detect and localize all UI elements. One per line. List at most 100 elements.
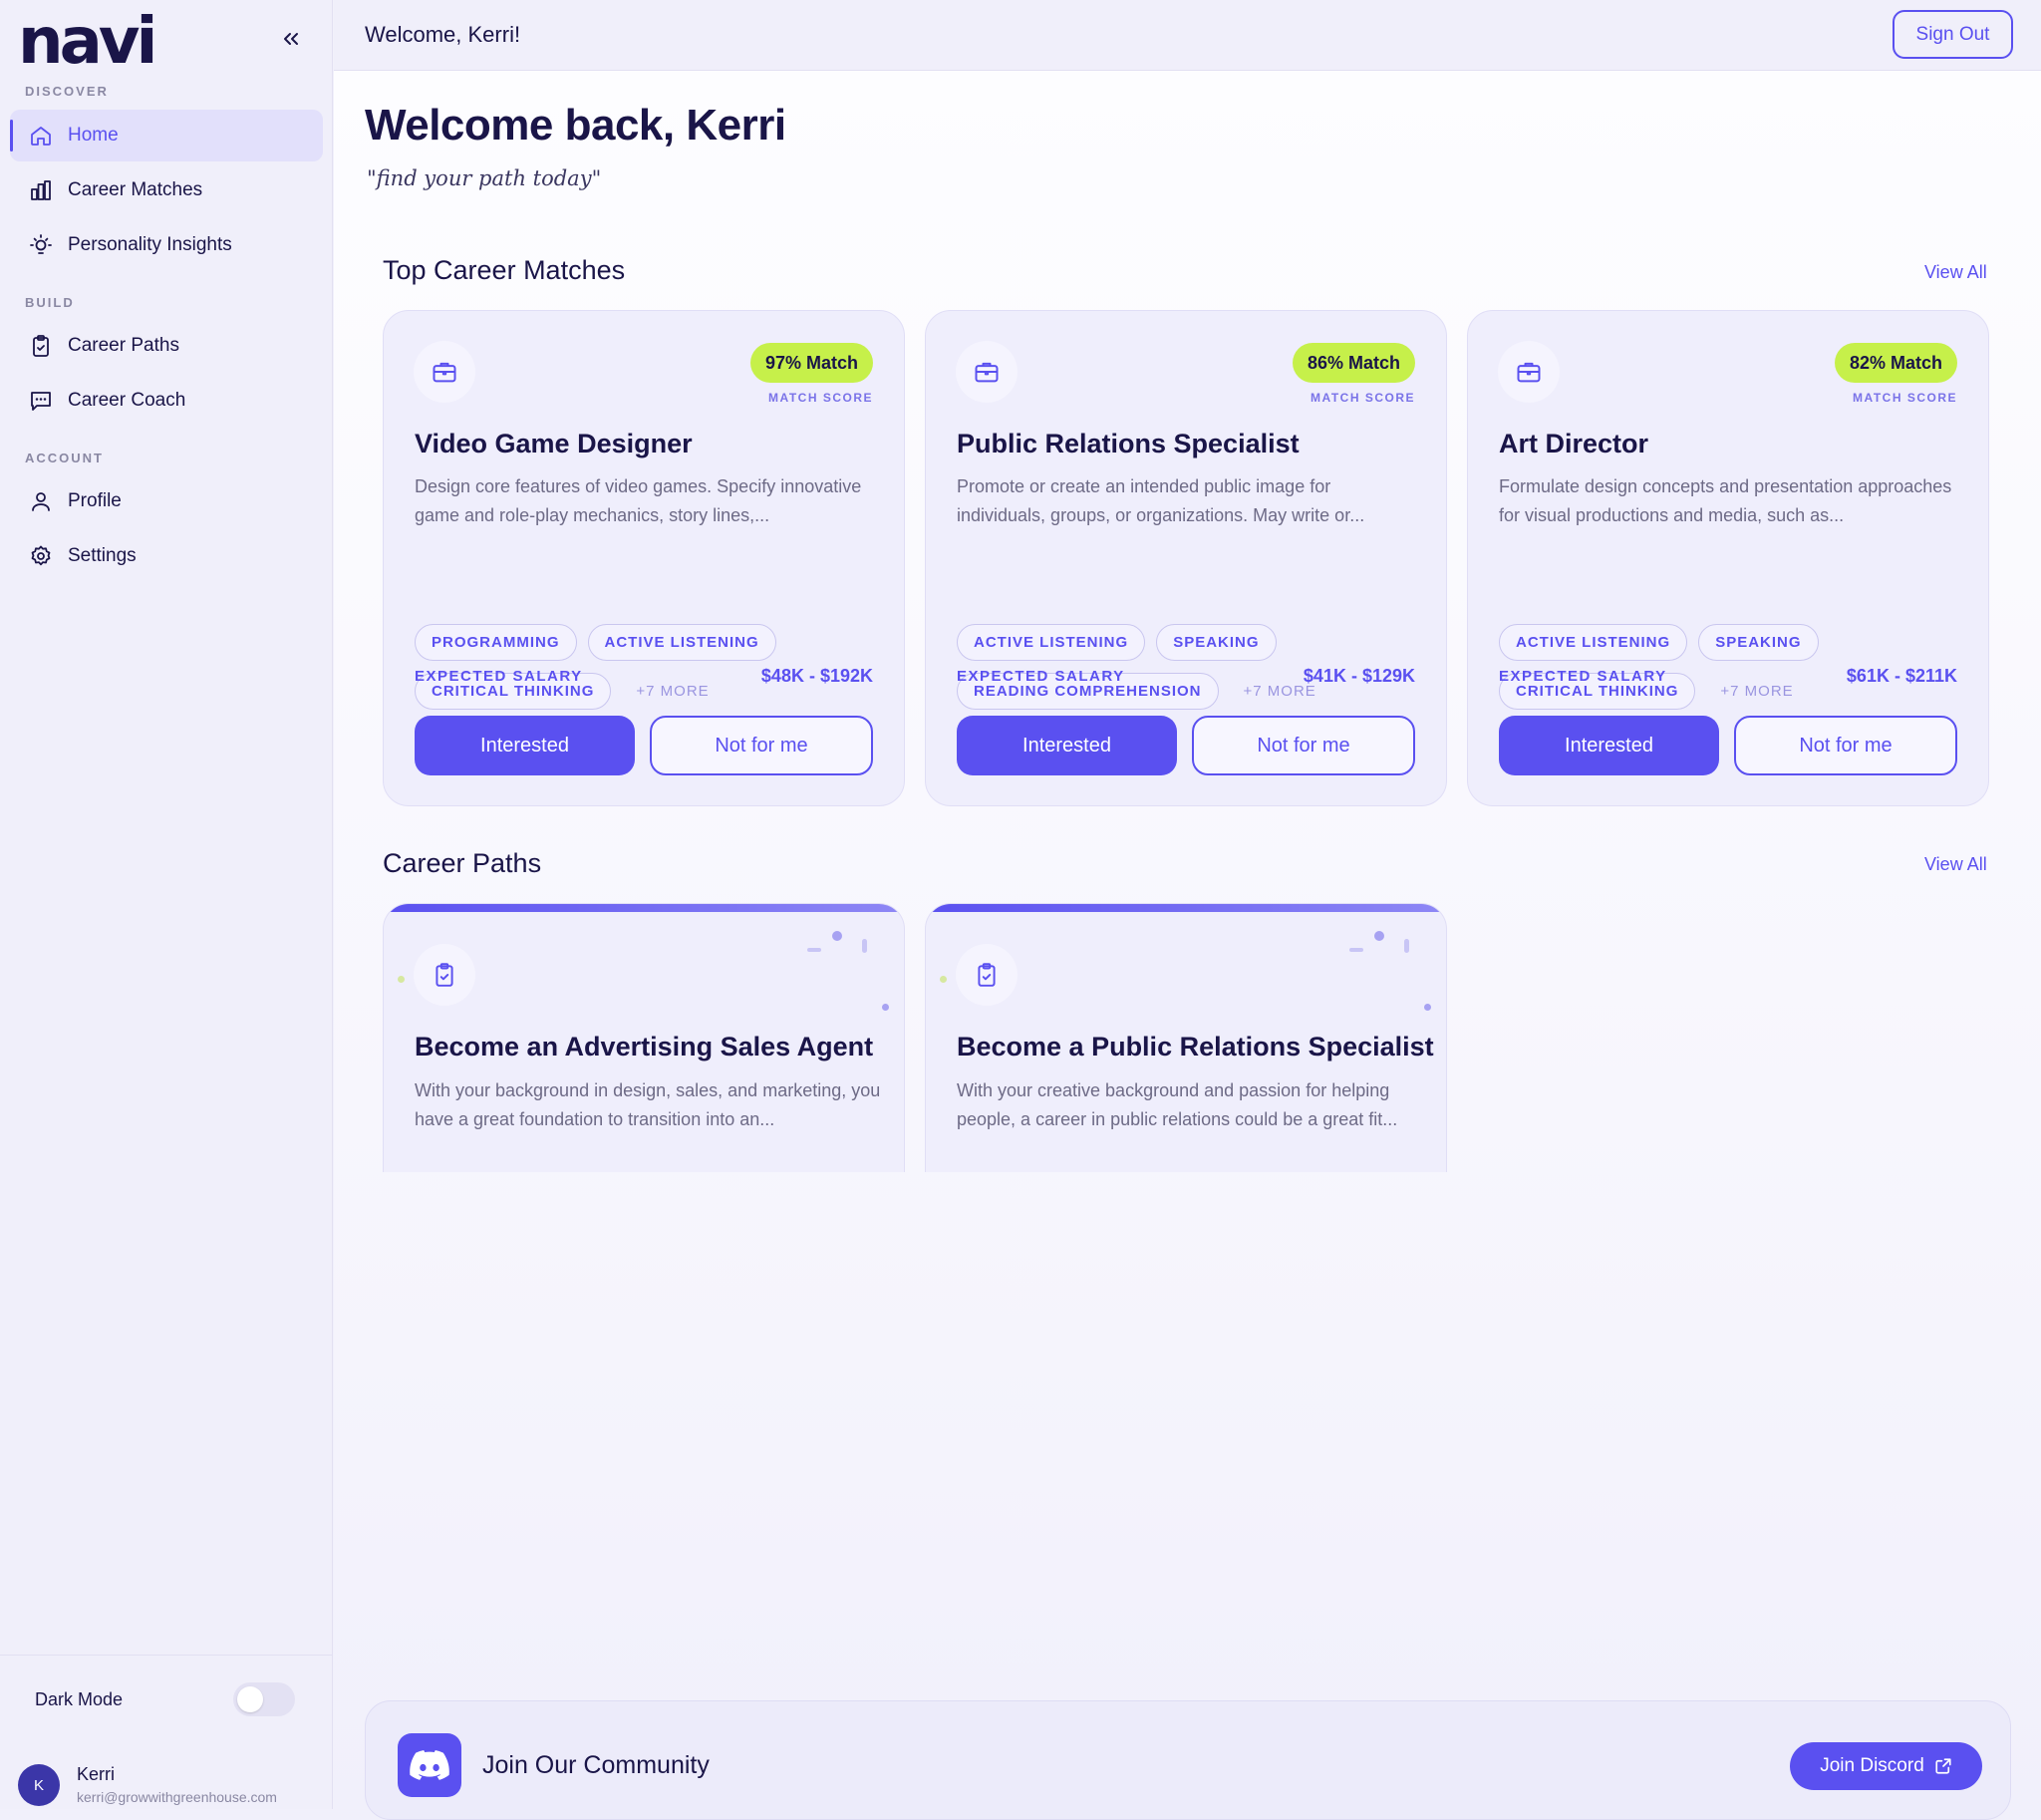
view-all-matches-link[interactable]: View All bbox=[1924, 262, 1987, 283]
sidebar-item-personality-insights[interactable]: Personality Insights bbox=[10, 219, 323, 271]
clipboard-check-icon bbox=[956, 944, 1018, 1006]
section-discover: DISCOVER bbox=[25, 84, 109, 99]
home-icon bbox=[18, 124, 64, 148]
career-match-card: 97% Match MATCH SCORE Video Game Designe… bbox=[383, 310, 905, 806]
not-for-me-button[interactable]: Not for me bbox=[1192, 716, 1415, 775]
sidebar-item-label: Personality Insights bbox=[68, 234, 232, 255]
tagline: "find your path today" bbox=[367, 166, 602, 190]
page-title: Welcome back, Kerri bbox=[365, 101, 786, 150]
decor-dot bbox=[882, 1004, 889, 1011]
sidebar-item-career-matches[interactable]: Career Matches bbox=[10, 164, 323, 216]
gear-icon bbox=[18, 544, 64, 568]
skill-chip: SPEAKING bbox=[1698, 624, 1819, 661]
career-description: Design core features of video games. Spe… bbox=[415, 476, 862, 525]
discord-icon bbox=[398, 1733, 461, 1797]
salary-range: $48K - $192K bbox=[760, 666, 873, 686]
career-title: Video Game Designer bbox=[415, 429, 693, 458]
salary-range: $61K - $211K bbox=[1846, 666, 1957, 686]
sidebar: navi DISCOVER Home Career Matches Person… bbox=[0, 0, 333, 1809]
path-title: Become a Public Relations Specialist bbox=[957, 1032, 1434, 1062]
user-email: kerri@growwithgreenhouse.com bbox=[77, 1789, 277, 1805]
interested-button[interactable]: Interested bbox=[1499, 716, 1719, 775]
external-link-icon bbox=[1935, 1758, 1951, 1774]
dark-mode-label: Dark Mode bbox=[35, 1689, 124, 1709]
career-title: Public Relations Specialist bbox=[957, 429, 1300, 458]
section-title-career-paths: Career Paths bbox=[383, 848, 542, 878]
sidebar-item-home[interactable]: Home bbox=[10, 110, 323, 161]
decor-dot bbox=[1424, 1004, 1431, 1011]
avatar[interactable]: K bbox=[18, 1764, 60, 1806]
decor-dot bbox=[862, 939, 867, 953]
briefcase-icon bbox=[414, 341, 475, 403]
career-path-card[interactable]: Become a Public Relations Specialist Wit… bbox=[925, 903, 1447, 1172]
salary-range: $41K - $129K bbox=[1303, 666, 1415, 686]
section-account: ACCOUNT bbox=[25, 451, 104, 465]
skill-chip: SPEAKING bbox=[1156, 624, 1277, 661]
skill-chip: PROGRAMMING bbox=[415, 624, 577, 661]
more-skills[interactable]: +7 MORE bbox=[1706, 683, 1807, 700]
user-icon bbox=[18, 489, 64, 513]
clipboard-check-icon bbox=[18, 334, 64, 358]
not-for-me-button[interactable]: Not for me bbox=[1734, 716, 1957, 775]
not-for-me-button[interactable]: Not for me bbox=[650, 716, 873, 775]
decor-dot bbox=[398, 976, 405, 983]
career-path-card[interactable]: Become an Advertising Sales Agent With y… bbox=[383, 903, 905, 1172]
bar-chart-icon bbox=[18, 178, 64, 202]
interested-button[interactable]: Interested bbox=[415, 716, 635, 775]
sidebar-item-label: Career Coach bbox=[68, 390, 186, 411]
decor-dot bbox=[1349, 948, 1363, 952]
community-banner: Join Our Community Join Discord bbox=[365, 1700, 2011, 1820]
match-badge: 82% Match bbox=[1834, 343, 1957, 383]
sidebar-item-settings[interactable]: Settings bbox=[10, 530, 323, 582]
career-title: Art Director bbox=[1499, 429, 1649, 458]
decor-dot bbox=[1374, 931, 1384, 941]
more-skills[interactable]: +7 MORE bbox=[622, 683, 723, 700]
salary-label: EXPECTED SALARY bbox=[415, 668, 583, 685]
skill-chip: ACTIVE LISTENING bbox=[587, 624, 776, 661]
skill-chip: ACTIVE LISTENING bbox=[957, 624, 1146, 661]
sidebar-item-label: Profile bbox=[68, 490, 122, 511]
interested-button[interactable]: Interested bbox=[957, 716, 1177, 775]
section-build: BUILD bbox=[25, 295, 75, 310]
match-badge: 97% Match bbox=[749, 343, 873, 383]
join-discord-label: Join Discord bbox=[1820, 1755, 1924, 1776]
skill-chip: ACTIVE LISTENING bbox=[1499, 624, 1688, 661]
sidebar-item-label: Settings bbox=[68, 545, 137, 566]
chevrons-left-icon bbox=[284, 33, 298, 45]
join-discord-button[interactable]: Join Discord bbox=[1790, 1742, 1982, 1790]
community-title: Join Our Community bbox=[482, 1751, 710, 1779]
decor-dot bbox=[1404, 939, 1409, 953]
header-welcome: Welcome, Kerri! bbox=[365, 22, 521, 47]
sidebar-item-label: Career Paths bbox=[68, 335, 179, 356]
sidebar-item-profile[interactable]: Profile bbox=[10, 475, 323, 527]
match-score-label: MATCH SCORE bbox=[1853, 391, 1957, 405]
sidebar-item-career-paths[interactable]: Career Paths bbox=[10, 320, 323, 372]
clipboard-check-icon bbox=[414, 944, 475, 1006]
sidebar-footer-divider bbox=[0, 1655, 333, 1656]
user-name: Kerri bbox=[77, 1764, 116, 1784]
path-description: With your background in design, sales, a… bbox=[415, 1080, 881, 1129]
navi-logo[interactable]: navi bbox=[18, 10, 157, 74]
sign-out-button[interactable]: Sign Out bbox=[1893, 10, 2013, 59]
lightbulb-icon bbox=[18, 233, 64, 257]
briefcase-icon bbox=[956, 341, 1018, 403]
career-description: Formulate design concepts and presentati… bbox=[1499, 476, 1952, 525]
collapse-sidebar-button[interactable] bbox=[273, 24, 309, 54]
section-title-top-career-matches: Top Career Matches bbox=[383, 255, 626, 285]
dark-mode-toggle[interactable] bbox=[233, 1682, 295, 1716]
sidebar-item-career-coach[interactable]: Career Coach bbox=[10, 375, 323, 427]
path-title: Become an Advertising Sales Agent bbox=[415, 1032, 874, 1062]
salary-label: EXPECTED SALARY bbox=[957, 668, 1125, 685]
salary-label: EXPECTED SALARY bbox=[1499, 668, 1667, 685]
match-score-label: MATCH SCORE bbox=[1311, 391, 1415, 405]
decor-dot bbox=[940, 976, 947, 983]
decor-dot bbox=[807, 948, 821, 952]
career-match-card: 86% Match MATCH SCORE Public Relations S… bbox=[925, 310, 1447, 806]
main-content: Welcome back, Kerri "find your path toda… bbox=[334, 71, 2041, 1820]
path-card-accent-bar bbox=[384, 904, 904, 912]
path-card-accent-bar bbox=[926, 904, 1446, 912]
career-match-card: 82% Match MATCH SCORE Art Director Formu… bbox=[1467, 310, 1989, 806]
match-badge: 86% Match bbox=[1292, 343, 1415, 383]
top-bar: Welcome, Kerri! Sign Out bbox=[334, 0, 2041, 71]
view-all-paths-link[interactable]: View All bbox=[1924, 854, 1987, 875]
